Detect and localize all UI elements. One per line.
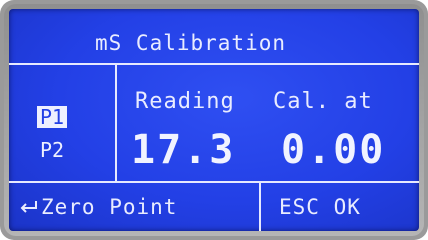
- cal-at-label: Cal. at: [273, 89, 373, 114]
- point-p2[interactable]: P2: [40, 139, 64, 161]
- divider-top: [9, 63, 419, 65]
- reading-value: 17.3: [131, 127, 236, 173]
- enter-arrow-icon: [20, 201, 37, 213]
- zero-point-softkey[interactable]: Zero Point: [17, 195, 177, 219]
- divider-left-column: [115, 63, 117, 181]
- zero-point-label: Zero Point: [41, 195, 178, 219]
- cal-at-value[interactable]: 0.00: [281, 127, 385, 173]
- divider-footer: [259, 181, 261, 231]
- screen-title: mS Calibration: [95, 31, 287, 55]
- esc-ok-softkeys[interactable]: ESC OK: [279, 195, 361, 219]
- reading-label: Reading: [135, 89, 235, 114]
- divider-bottom: [9, 181, 419, 183]
- point-p1-selected[interactable]: P1: [37, 106, 68, 128]
- lcd-screen: mS Calibration P1 P2 Reading Cal. at 17.…: [9, 9, 419, 231]
